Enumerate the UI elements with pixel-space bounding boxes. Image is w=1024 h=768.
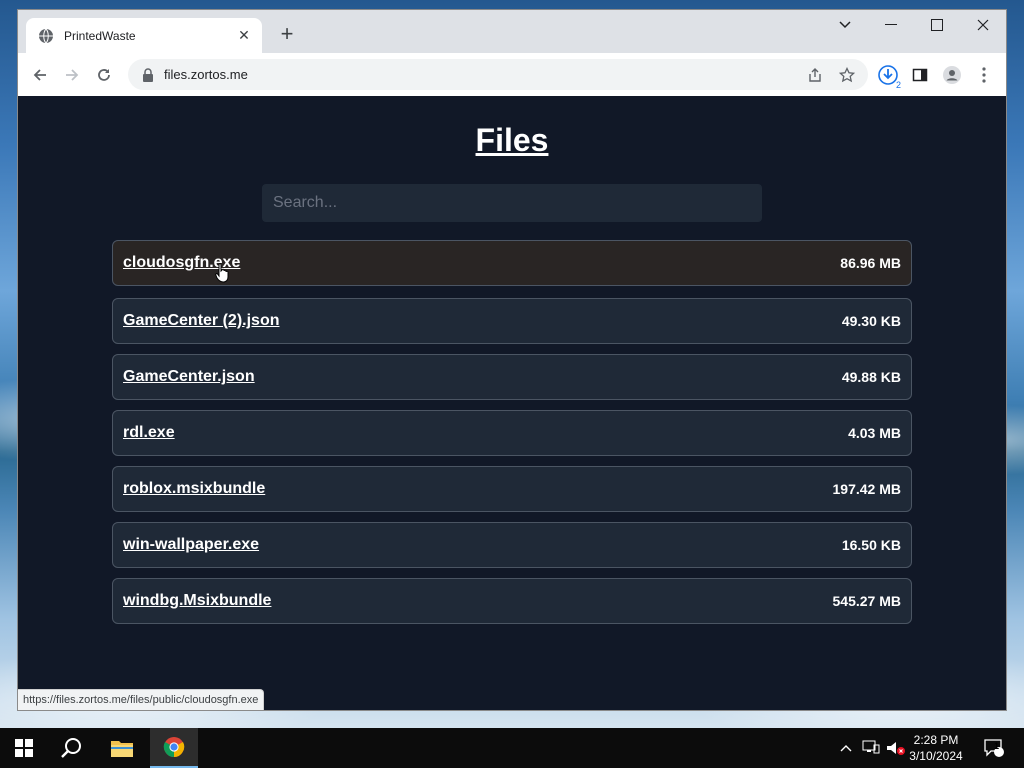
file-link[interactable]: GameCenter (2).json: [123, 312, 279, 330]
downloads-badge: 2: [895, 80, 901, 90]
taskbar: 2:28 PM 3/10/2024 1: [0, 728, 1024, 768]
new-tab-button[interactable]: +: [276, 23, 298, 45]
file-row[interactable]: windbg.Msixbundle 545.27 MB: [112, 578, 912, 624]
page-content: Files cloudosgfn.exe 86.96 MB GameCenter…: [18, 96, 1006, 710]
globe-icon: [39, 28, 53, 43]
notification-center-icon[interactable]: 1: [980, 728, 1008, 768]
network-icon[interactable]: [861, 728, 881, 768]
file-size: 86.96 MB: [840, 255, 901, 271]
file-row[interactable]: rdl.exe 4.03 MB: [112, 410, 912, 456]
file-size: 16.50 KB: [841, 537, 901, 553]
minimize-button[interactable]: [868, 10, 914, 40]
file-row[interactable]: roblox.msixbundle 197.42 MB: [112, 466, 912, 512]
search-icon[interactable]: [48, 728, 96, 768]
file-size: 197.42 MB: [832, 481, 901, 497]
system-clock[interactable]: 2:28 PM 3/10/2024: [904, 732, 968, 764]
clock-time: 2:28 PM: [913, 733, 959, 747]
close-tab-icon[interactable]: ✕: [234, 26, 254, 46]
clock-date: 3/10/2024: [909, 749, 963, 763]
tab-title: PrintedWaste: [64, 28, 136, 43]
bookmark-star-icon[interactable]: [834, 62, 860, 88]
notification-count: 1: [994, 741, 1000, 751]
file-row[interactable]: cloudosgfn.exe 86.96 MB: [112, 240, 912, 286]
file-explorer-icon[interactable]: [98, 728, 146, 768]
tab-strip: PrintedWaste ✕ +: [18, 10, 1006, 53]
file-row[interactable]: GameCenter (2).json 49.30 KB: [112, 298, 912, 344]
close-window-button[interactable]: [960, 10, 1006, 40]
page-title: Files: [475, 122, 549, 158]
tab-printedwaste[interactable]: PrintedWaste ✕: [26, 18, 262, 53]
start-button[interactable]: [0, 728, 48, 768]
back-icon[interactable]: [27, 62, 53, 88]
chevron-up-icon[interactable]: [838, 728, 854, 768]
windows-logo-icon: [15, 739, 33, 757]
file-size: 49.88 KB: [841, 369, 901, 385]
menu-kebab-icon[interactable]: [971, 62, 997, 88]
file-size: 49.30 KB: [841, 313, 901, 329]
file-size: 4.03 MB: [848, 425, 901, 441]
tab-search-icon[interactable]: [822, 10, 868, 40]
hand-cursor-icon: [215, 263, 229, 283]
status-bar-url: https://files.zortos.me/files/public/clo…: [18, 689, 265, 710]
file-link[interactable]: rdl.exe: [123, 424, 175, 442]
downloads-icon[interactable]: 2: [875, 62, 901, 90]
file-row[interactable]: GameCenter.json 49.88 KB: [112, 354, 912, 400]
file-row[interactable]: win-wallpaper.exe 16.50 KB: [112, 522, 912, 568]
browser-toolbar: files.zortos.me 2: [18, 53, 1006, 97]
browser-window: PrintedWaste ✕ + files.zortos.me 2 Files…: [18, 10, 1006, 710]
url-text: files.zortos.me: [164, 67, 248, 82]
lock-icon: [143, 67, 153, 82]
file-size: 545.27 MB: [832, 593, 901, 609]
file-list: cloudosgfn.exe 86.96 MB GameCenter (2).j…: [112, 240, 912, 634]
share-icon[interactable]: [802, 62, 828, 88]
reload-icon[interactable]: [91, 62, 117, 88]
file-link[interactable]: win-wallpaper.exe: [123, 536, 259, 554]
search-input[interactable]: [262, 184, 762, 222]
file-link[interactable]: windbg.Msixbundle: [123, 592, 271, 610]
profile-avatar-icon[interactable]: [939, 62, 965, 88]
file-link[interactable]: GameCenter.json: [123, 368, 255, 386]
forward-icon[interactable]: [59, 62, 85, 88]
maximize-button[interactable]: [914, 10, 960, 40]
file-link[interactable]: roblox.msixbundle: [123, 480, 265, 498]
chrome-taskbar-icon[interactable]: [150, 728, 198, 768]
address-bar[interactable]: files.zortos.me: [128, 59, 868, 90]
side-panel-icon[interactable]: [907, 62, 933, 88]
